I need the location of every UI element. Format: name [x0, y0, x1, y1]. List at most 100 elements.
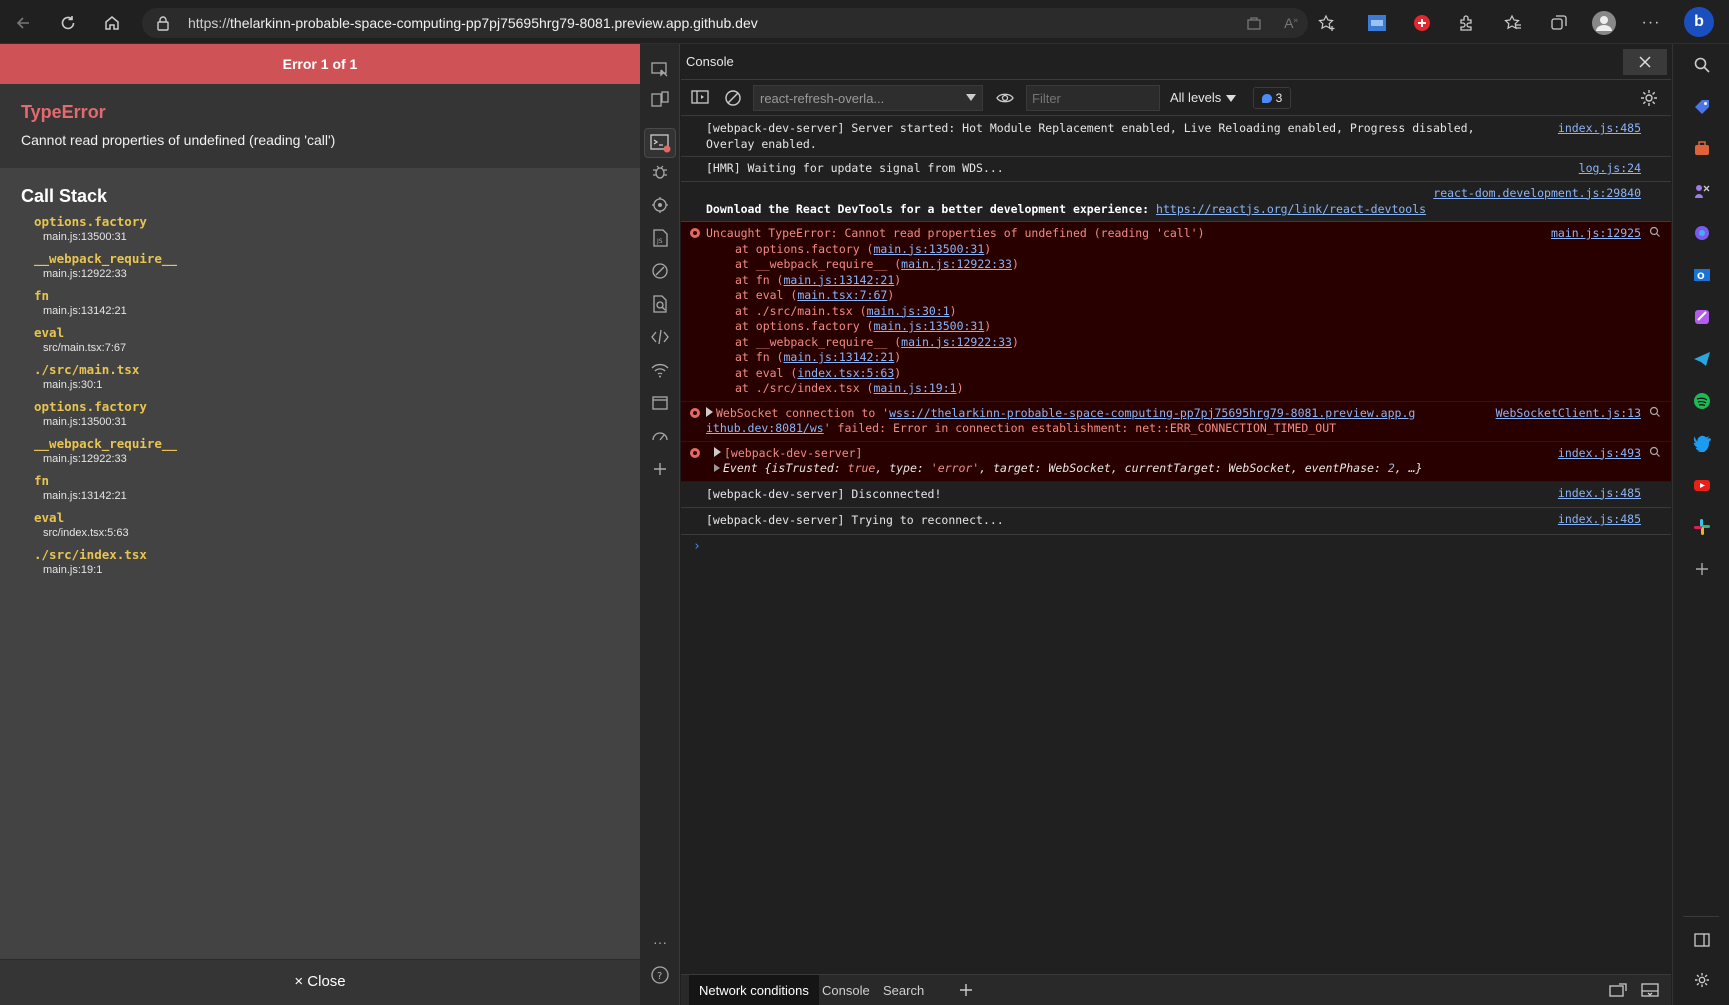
error-count-banner: Error 1 of 1 — [0, 44, 640, 84]
extensions-icon[interactable] — [1453, 10, 1479, 36]
source-link[interactable]: index.js:493 — [1558, 446, 1641, 462]
settings-gear-icon[interactable] — [1639, 88, 1659, 113]
source-link[interactable]: index.js:485 — [1558, 512, 1641, 528]
tab-console[interactable]: Console — [812, 975, 880, 1005]
twitter-icon[interactable] — [1691, 432, 1713, 454]
refresh-button[interactable] — [55, 10, 81, 36]
stack-link[interactable]: main.js:13500:31 — [873, 242, 984, 256]
search-icon[interactable] — [1691, 54, 1713, 76]
tab-search[interactable]: Search — [873, 975, 934, 1005]
device-emulation-icon[interactable] — [648, 87, 672, 111]
sidebar-toggle-icon[interactable] — [691, 89, 709, 110]
dock-drawer-icon[interactable] — [1609, 982, 1627, 1003]
copilot-icon[interactable] — [1691, 222, 1713, 244]
outlook-icon[interactable]: O — [1691, 264, 1713, 286]
lighthouse-gauge-icon[interactable] — [648, 424, 672, 448]
youtube-icon[interactable] — [1691, 474, 1713, 496]
more-menu-icon[interactable]: ··· — [1638, 10, 1664, 36]
stack-frame[interactable]: __webpack_require__ main.js:12922:33 — [34, 436, 619, 467]
help-icon[interactable]: ? — [648, 963, 672, 987]
source-link[interactable]: main.js:12925 — [1551, 226, 1641, 242]
source-link[interactable]: react-dom.development.js:29840 — [1433, 186, 1641, 202]
collections-icon[interactable] — [1546, 10, 1572, 36]
home-button[interactable] — [99, 10, 125, 36]
address-bar[interactable]: https://thelarkinn-probable-space-comput… — [142, 8, 1308, 38]
stack-frame[interactable]: eval src/index.tsx:5:63 — [34, 510, 619, 541]
telegram-icon[interactable] — [1691, 348, 1713, 370]
slack-icon[interactable] — [1691, 516, 1713, 538]
stack-frame[interactable]: __webpack_require__ main.js:12922:33 — [34, 251, 619, 282]
filter-input[interactable] — [1026, 85, 1160, 111]
elements-code-icon[interactable] — [648, 325, 672, 349]
stack-link[interactable]: main.js:30:1 — [867, 304, 950, 318]
spotify-icon[interactable] — [1691, 390, 1713, 412]
log-levels-dropdown[interactable]: All levels — [1170, 90, 1237, 105]
tools-briefcase-icon[interactable] — [1691, 138, 1713, 160]
event-object[interactable]: Event {isTrusted: true, type: 'error', t… — [706, 461, 1636, 477]
issues-badge[interactable]: 3 — [1253, 87, 1291, 109]
add-tab-icon[interactable] — [958, 982, 974, 1003]
read-aloud-icon[interactable]: A» — [1278, 10, 1304, 36]
stack-link[interactable]: main.js:12922:33 — [901, 257, 1012, 271]
stack-frame[interactable]: options.factory main.js:13500:31 — [34, 399, 619, 430]
inspect-element-icon[interactable] — [648, 58, 672, 82]
search-icon[interactable] — [1649, 446, 1661, 458]
stack-link[interactable]: index.tsx:5:63 — [797, 366, 894, 380]
expand-triangle-icon[interactable] — [706, 406, 713, 417]
source-link[interactable]: log.js:24 — [1579, 161, 1641, 177]
extension-red-icon[interactable] — [1409, 10, 1435, 36]
stack-link[interactable]: main.tsx:7:67 — [797, 288, 887, 302]
source-link[interactable]: index.js:485 — [1558, 486, 1641, 502]
stack-frame[interactable]: ./src/index.tsx main.js:19:1 — [34, 547, 619, 578]
console-panel-icon[interactable] — [644, 128, 676, 158]
add-favorite-icon[interactable] — [1314, 10, 1340, 36]
source-link[interactable]: index.js:485 — [1558, 121, 1641, 137]
profile-avatar[interactable] — [1591, 10, 1617, 36]
stack-frame[interactable]: eval src/main.tsx:7:67 — [34, 325, 619, 356]
add-tool-icon[interactable] — [648, 457, 672, 481]
more-tools-icon[interactable]: ··· — [648, 930, 672, 954]
sidebar-settings-icon[interactable] — [1691, 969, 1713, 991]
live-expression-eye-icon[interactable] — [995, 90, 1015, 111]
application-window-icon[interactable] — [648, 391, 672, 415]
stack-frame[interactable]: ./src/main.tsx main.js:30:1 — [34, 362, 619, 393]
websocket-url-link[interactable]: ithub.dev:8081/ws — [706, 421, 824, 435]
favorites-icon[interactable] — [1500, 10, 1526, 36]
stack-link[interactable]: main.js:13142:21 — [783, 273, 894, 287]
issues-bug-icon[interactable] — [648, 160, 672, 184]
performance-icon[interactable] — [648, 193, 672, 217]
clear-console-icon[interactable] — [724, 89, 742, 112]
stack-link[interactable]: main.js:13500:31 — [873, 319, 984, 333]
context-selector[interactable]: react-refresh-overla... — [753, 85, 983, 111]
search-icon[interactable] — [1649, 406, 1661, 418]
shopping-tag-icon[interactable] — [1691, 96, 1713, 118]
bing-chat-icon[interactable]: b — [1684, 7, 1714, 37]
stack-link[interactable]: main.js:13142:21 — [783, 350, 894, 364]
network-throttle-icon[interactable] — [648, 259, 672, 283]
designer-icon[interactable] — [1691, 306, 1713, 328]
stack-frame[interactable]: options.factory main.js:13500:31 — [34, 214, 619, 245]
hide-sidebar-icon[interactable] — [1691, 929, 1713, 951]
network-wifi-icon[interactable] — [648, 358, 672, 382]
stack-frame[interactable]: fn main.js:13142:21 — [34, 288, 619, 319]
search-icon[interactable] — [1649, 226, 1661, 238]
stack-frame[interactable]: fn main.js:13142:21 — [34, 473, 619, 504]
stack-link[interactable]: main.js:12922:33 — [901, 335, 1012, 349]
close-panel-button[interactable] — [1623, 49, 1667, 75]
add-sidebar-app-icon[interactable] — [1691, 558, 1713, 580]
console-prompt[interactable]: › — [681, 535, 1671, 558]
sources-js-icon[interactable]: JS — [648, 226, 672, 250]
extension-blue-icon[interactable] — [1364, 10, 1390, 36]
drawer-toggle-icon[interactable] — [1641, 982, 1659, 1003]
back-button[interactable] — [10, 10, 36, 36]
stack-link[interactable]: main.js:19:1 — [873, 381, 956, 395]
websocket-url-link[interactable]: wss://thelarkinn-probable-space-computin… — [889, 406, 1415, 420]
close-overlay-button[interactable]: × Close — [0, 959, 640, 1005]
tab-network-conditions[interactable]: Network conditions — [689, 975, 819, 1005]
games-icon[interactable] — [1691, 180, 1713, 202]
search-file-icon[interactable] — [648, 292, 672, 316]
source-link[interactable]: WebSocketClient.js:13 — [1496, 406, 1641, 422]
app-available-icon[interactable] — [1241, 10, 1267, 36]
expand-triangle-icon[interactable] — [714, 446, 721, 457]
react-devtools-link[interactable]: https://reactjs.org/link/react-devtools — [1156, 202, 1426, 216]
